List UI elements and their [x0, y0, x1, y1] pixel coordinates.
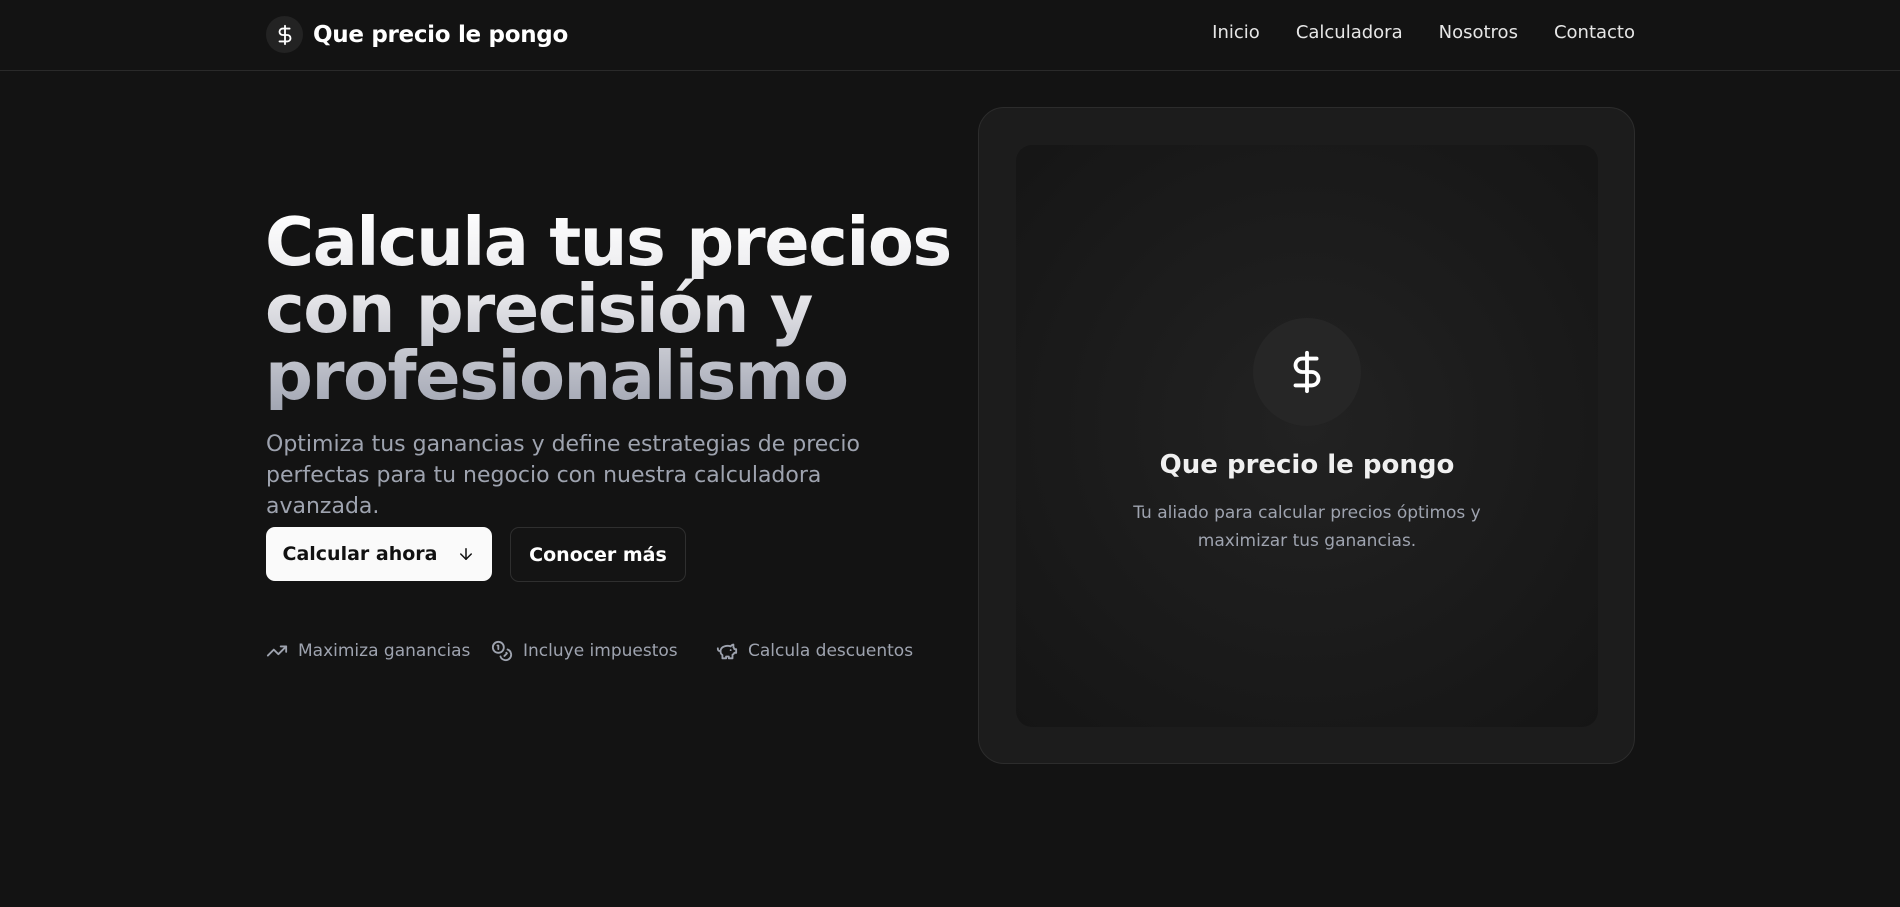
feature-label: Incluye impuestos [523, 641, 678, 661]
card-title: Que precio le pongo [1159, 450, 1455, 480]
brand-card: Que precio le pongo Tu aliado para calcu… [978, 107, 1635, 764]
calcular-ahora-label: Calcular ahora [282, 543, 438, 565]
calcular-ahora-button[interactable]: Calcular ahora [266, 527, 492, 581]
main-nav: Inicio Calculadora Nosotros Contacto [1176, 22, 1635, 43]
trending-up-icon [266, 640, 288, 662]
hero-subtitle: Optimiza tus ganancias y define estrateg… [266, 432, 860, 519]
hero-title: Calcula tus precios con precisión y prof… [265, 209, 965, 410]
nav-link-contacto[interactable]: Contacto [1554, 22, 1635, 43]
piggy-bank-icon [716, 640, 738, 662]
brand-card-inner: Que precio le pongo Tu aliado para calcu… [1016, 145, 1598, 727]
brand-logo[interactable]: Que precio le pongo [266, 16, 568, 53]
conocer-mas-button[interactable]: Conocer más [510, 527, 686, 582]
feature-incluye-impuestos: Incluye impuestos [491, 640, 678, 662]
coins-icon [491, 640, 513, 662]
top-navbar: Que precio le pongo Inicio Calculadora N… [0, 0, 1900, 71]
arrow-down-icon [457, 545, 475, 563]
nav-link-calculadora[interactable]: Calculadora [1296, 22, 1403, 43]
nav-link-nosotros[interactable]: Nosotros [1439, 22, 1518, 43]
feature-maximiza-ganancias: Maximiza ganancias [266, 640, 470, 662]
nav-link-inicio[interactable]: Inicio [1212, 22, 1260, 43]
feature-calcula-descuentos: Calcula descuentos [716, 640, 913, 662]
feature-label: Calcula descuentos [748, 641, 914, 661]
card-description: Tu aliado para calcular precios óptimos … [1133, 503, 1481, 551]
brand-title: Que precio le pongo [313, 21, 568, 48]
feature-label: Maximiza ganancias [298, 641, 471, 661]
dollar-sign-icon [266, 16, 303, 53]
dollar-sign-icon [1253, 318, 1361, 426]
